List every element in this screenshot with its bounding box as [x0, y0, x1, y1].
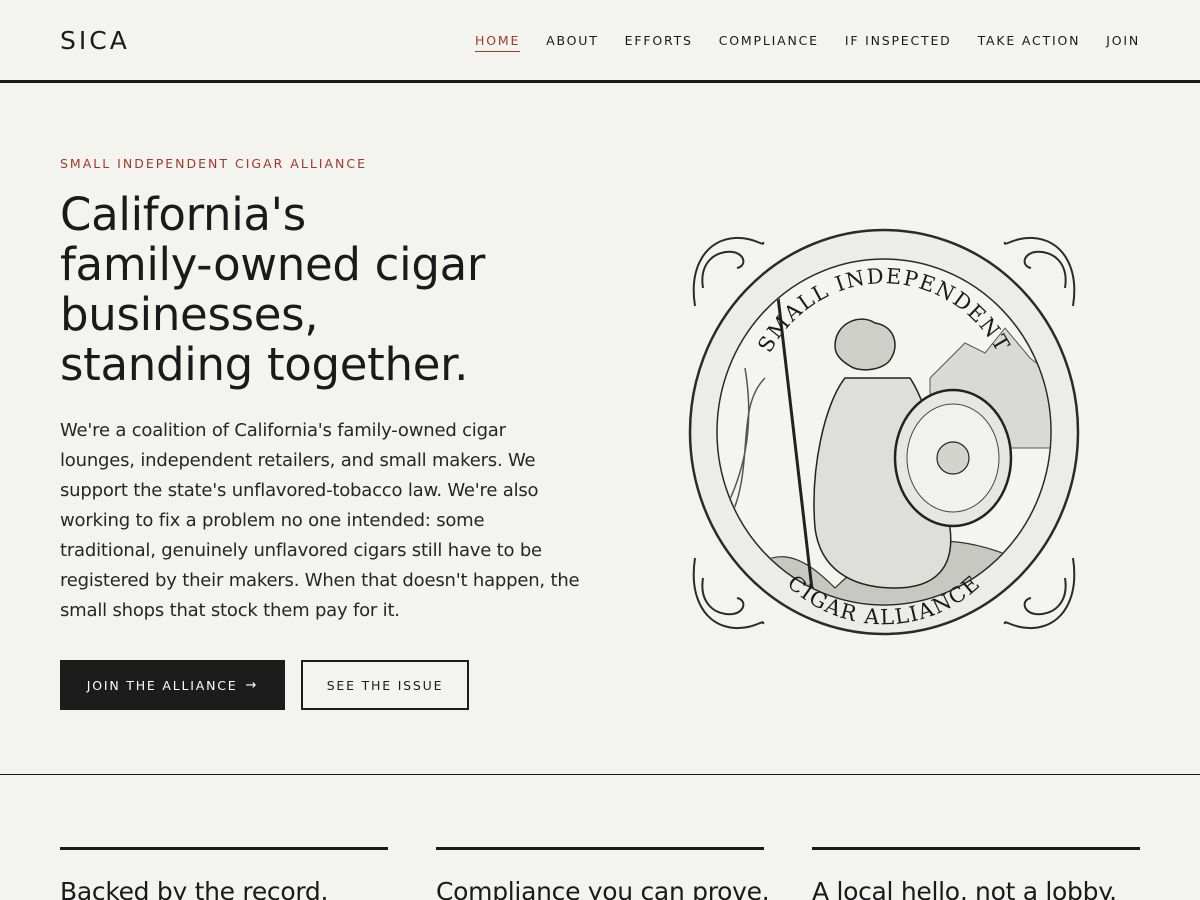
join-alliance-label: JOIN THE ALLIANCE: [86, 677, 238, 693]
feature-card: Backed by the record.: [60, 847, 388, 900]
site-logo[interactable]: SICA: [60, 26, 130, 55]
feature-title: Backed by the record.: [60, 877, 329, 900]
nav-about[interactable]: ABOUT: [546, 33, 599, 52]
nav-home[interactable]: HOME: [475, 33, 521, 52]
hero-title-line: California's: [60, 188, 306, 241]
section-divider: [0, 774, 1200, 775]
feature-title: Compliance you can prove.: [436, 877, 770, 900]
hero-body: We're a coalition of California's family…: [60, 420, 580, 621]
nav-compliance[interactable]: COMPLIANCE: [719, 33, 819, 52]
see-issue-button[interactable]: SEE THE ISSUE: [301, 660, 469, 710]
hero-eyebrow: SMALL INDEPENDENT CIGAR ALLIANCE: [60, 156, 368, 171]
hero-title: California's family-owned cigar business…: [60, 190, 580, 390]
nav-efforts[interactable]: EFFORTS: [625, 33, 693, 52]
nav-if-inspected[interactable]: IF INSPECTED: [845, 33, 952, 52]
feature-card: A local hello, not a lobby.: [812, 847, 1140, 900]
main-nav: HOME ABOUT EFFORTS COMPLIANCE IF INSPECT…: [475, 33, 1140, 52]
hero-title-line: standing together.: [60, 338, 469, 391]
nav-join[interactable]: JOIN: [1106, 33, 1140, 52]
join-alliance-button[interactable]: JOIN THE ALLIANCE →: [60, 660, 285, 710]
hero-title-line: family-owned cigar: [60, 238, 486, 291]
alliance-seal: SMALL INDEPENDENT CIGAR ALLIANCE: [688, 228, 1080, 636]
see-issue-label: SEE THE ISSUE: [326, 677, 444, 693]
hero-title-line: businesses,: [60, 288, 319, 341]
feature-card: Compliance you can prove.: [436, 847, 770, 900]
site-header: SICA HOME ABOUT EFFORTS COMPLIANCE IF IN…: [0, 0, 1200, 83]
nav-take-action[interactable]: TAKE ACTION: [978, 33, 1081, 52]
arrow-right-icon: →: [245, 677, 259, 693]
feature-title: A local hello, not a lobby.: [812, 877, 1117, 900]
